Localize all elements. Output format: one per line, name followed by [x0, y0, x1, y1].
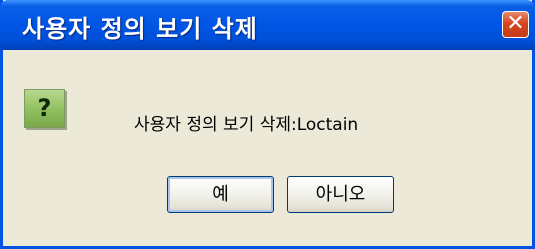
yes-button[interactable]: 예 — [167, 176, 274, 213]
no-button[interactable]: 아니오 — [287, 176, 394, 213]
dialog-message: 사용자 정의 보기 삭제:Loctain — [134, 115, 359, 135]
close-icon: ✕ — [506, 11, 525, 36]
dialog-body: ? 사용자 정의 보기 삭제:Loctain 예 아니오 — [3, 50, 532, 246]
title-bar[interactable]: 사용자 정의 보기 삭제 ✕ — [0, 0, 535, 50]
confirm-dialog: 사용자 정의 보기 삭제 ✕ ? 사용자 정의 보기 삭제:Loctain 예 … — [0, 0, 535, 249]
question-icon: ? — [24, 89, 65, 128]
dialog-title: 사용자 정의 보기 삭제 — [22, 15, 258, 43]
close-button[interactable]: ✕ — [502, 11, 529, 38]
